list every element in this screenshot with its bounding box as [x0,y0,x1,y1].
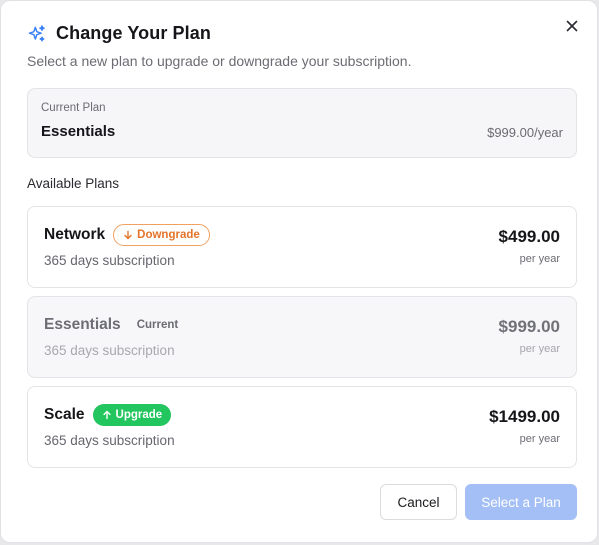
plan-name-row: Network Downgrade [44,224,210,246]
plan-name-row: Scale Upgrade [44,404,172,426]
dialog-title: Change Your Plan [56,23,211,43]
plan-option-network[interactable]: Network Downgrade 365 days subscription … [27,206,577,288]
plan-description: 365 days subscription [44,433,175,448]
plan-name: Essentials [44,316,121,333]
arrow-up-icon [102,410,111,420]
plan-option-essentials: Essentials Current 365 days subscription… [27,296,577,378]
plan-price: $1499.00 [489,407,560,426]
sparkles-icon [28,24,45,41]
plan-period: per year [519,343,560,355]
dialog-header: Change Your Plan Select a new plan to up… [27,23,557,69]
available-plans-label: Available Plans [27,176,120,191]
dialog-subtitle: Select a new plan to upgrade or downgrad… [27,53,412,69]
downgrade-badge: Downgrade [113,224,210,246]
current-plan-name: Essentials [41,123,116,140]
current-plan-label: Current Plan [41,102,106,114]
plan-description: 365 days subscription [44,253,175,268]
plan-period: per year [519,433,560,445]
select-plan-button[interactable]: Select a Plan [465,484,577,520]
plan-description: 365 days subscription [44,343,175,358]
current-plan-card: Current Plan Essentials $999.00/year [27,88,577,158]
badge-label: Current [136,319,179,331]
title-row: Change Your Plan [27,23,557,44]
upgrade-badge: Upgrade [92,404,172,426]
plan-name: Scale [44,406,85,423]
plan-price: $999.00 [498,317,560,336]
plan-price: $499.00 [498,227,560,246]
change-plan-dialog: Change Your Plan Select a new plan to up… [0,0,598,543]
close-icon [566,20,578,32]
current-badge: Current [129,314,187,336]
plan-period: per year [519,253,560,265]
close-button[interactable] [561,15,583,37]
cancel-button[interactable]: Cancel [380,484,457,520]
badge-label: Upgrade [115,409,163,421]
arrow-down-icon [124,230,132,240]
badge-label: Downgrade [137,229,200,241]
plan-option-scale[interactable]: Scale Upgrade 365 days subscription $149… [27,386,577,468]
current-plan-price: $999.00/year [487,125,563,140]
plan-name: Network [44,226,106,243]
plan-name-row: Essentials Current [44,314,186,336]
